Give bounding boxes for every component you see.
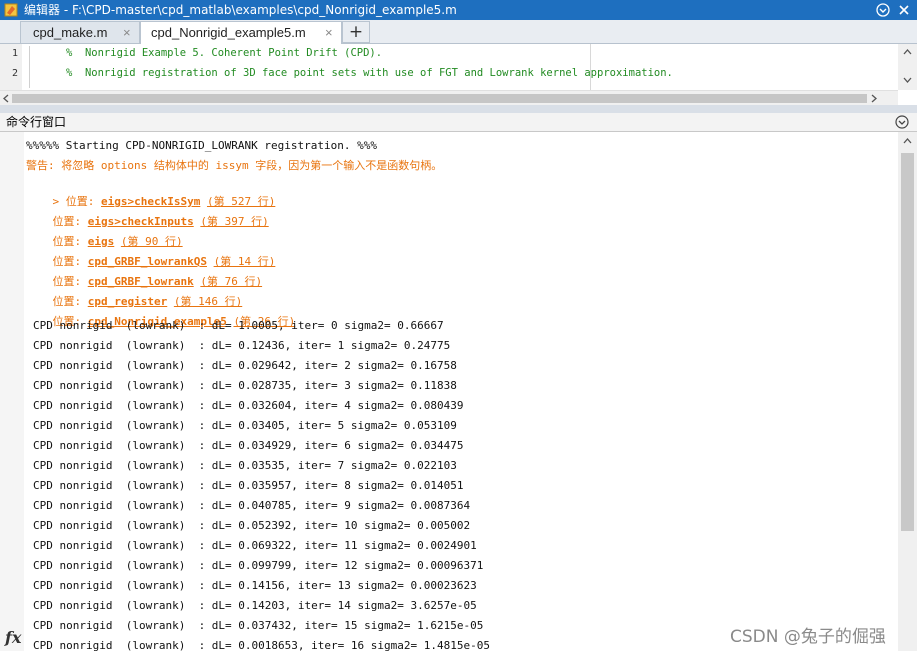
tab-cpd-make[interactable]: cpd_make.m × [20,21,140,43]
command-window[interactable]: %%%%% Starting CPD-NONRIGID_LOWRANK regi… [0,132,917,651]
editor-vertical-scrollbar[interactable] [898,44,917,90]
stack-line-link[interactable]: (第 397 行) [200,215,268,228]
close-icon[interactable]: × [123,22,131,44]
chevron-up-icon[interactable] [903,137,912,144]
warning-line: 警告: 将忽略 options 结构体中的 issym 字段，因为第一个输入不是… [26,159,443,172]
chevron-left-icon[interactable] [2,94,9,103]
chevron-down-icon[interactable] [876,3,890,17]
console-scroll-up[interactable] [898,132,917,148]
gutter-divider [29,46,30,88]
vertical-scroll-thumb[interactable] [901,153,914,531]
line-number: 1 [12,48,19,59]
command-gutter [0,132,24,651]
editor-horizontal-scrollbar[interactable] [0,90,898,106]
tab-cpd-nonrigid-example5[interactable]: cpd_Nonrigid_example5.m × [140,21,342,44]
iteration-line: CPD nonrigid (lowrank) : dL= 0.028735, i… [33,379,457,392]
iteration-line: CPD nonrigid (lowrank) : dL= 0.03405, it… [33,419,457,432]
iteration-line: CPD nonrigid (lowrank) : dL= 0.035957, i… [33,479,464,492]
command-window-header: 命令行窗口 [0,113,917,132]
code-editor[interactable]: 1 2 % Nonrigid Example 5. Coherent Point… [0,44,917,106]
add-tab-button[interactable]: + [342,21,370,43]
editor-app-icon [4,3,18,17]
console-vertical-scrollbar[interactable] [898,148,917,651]
iteration-line: CPD nonrigid (lowrank) : dL= 0.12436, it… [33,339,451,352]
iteration-line: CPD nonrigid (lowrank) : dL= 0.052392, i… [33,519,471,532]
close-icon[interactable] [897,3,911,17]
editor-tab-bar: cpd_make.m × cpd_Nonrigid_example5.m × + [0,20,917,44]
iteration-line: CPD nonrigid (lowrank) : dL= 0.03535, it… [33,459,457,472]
iteration-line: CPD nonrigid (lowrank) : dL= 0.14156, it… [33,579,477,592]
iteration-line: CPD nonrigid (lowrank) : dL= 0.037432, i… [33,619,484,632]
panel-separator[interactable] [0,105,917,113]
iteration-line: CPD nonrigid (lowrank) : dL= 0.0018653, … [33,639,490,651]
code-line[interactable]: % Nonrigid Example 5. Coherent Point Dri… [66,47,382,59]
command-window-title: 命令行窗口 [6,115,67,129]
iteration-line: CPD nonrigid (lowrank) : dL= 1.0005, ite… [33,319,444,332]
chevron-right-icon[interactable] [871,94,878,103]
window-titlebar: 编辑器 - F:\CPD-master\cpd_matlab\examples\… [0,0,917,20]
watermark: CSDN @兔子的倔强 [730,627,886,647]
line-number: 2 [12,68,19,79]
iteration-line: CPD nonrigid (lowrank) : dL= 0.032604, i… [33,399,464,412]
chevron-down-icon[interactable] [903,77,912,84]
iteration-line: CPD nonrigid (lowrank) : dL= 0.069322, i… [33,539,477,552]
iteration-line: CPD nonrigid (lowrank) : dL= 0.14203, it… [33,599,477,612]
iteration-line: CPD nonrigid (lowrank) : dL= 0.034929, i… [33,439,464,452]
code-line[interactable]: % Nonrigid registration of 3D face point… [66,67,673,79]
close-icon[interactable]: × [325,22,333,44]
window-title: 编辑器 - F:\CPD-master\cpd_matlab\examples\… [24,3,457,17]
tab-label: cpd_make.m [33,25,108,40]
console-line: %%%%% Starting CPD-NONRIGID_LOWRANK regi… [26,139,377,152]
right-margin-line [590,44,591,90]
chevron-down-icon[interactable] [895,115,909,129]
iteration-line: CPD nonrigid (lowrank) : dL= 0.099799, i… [33,559,484,572]
line-number-gutter [0,44,22,90]
iteration-line: CPD nonrigid (lowrank) : dL= 0.029642, i… [33,359,457,372]
tab-label: cpd_Nonrigid_example5.m [151,25,306,40]
horizontal-scroll-thumb[interactable] [12,94,867,103]
iteration-line: CPD nonrigid (lowrank) : dL= 0.040785, i… [33,499,471,512]
fx-icon[interactable]: fx [5,628,21,647]
chevron-up-icon[interactable] [903,48,912,55]
